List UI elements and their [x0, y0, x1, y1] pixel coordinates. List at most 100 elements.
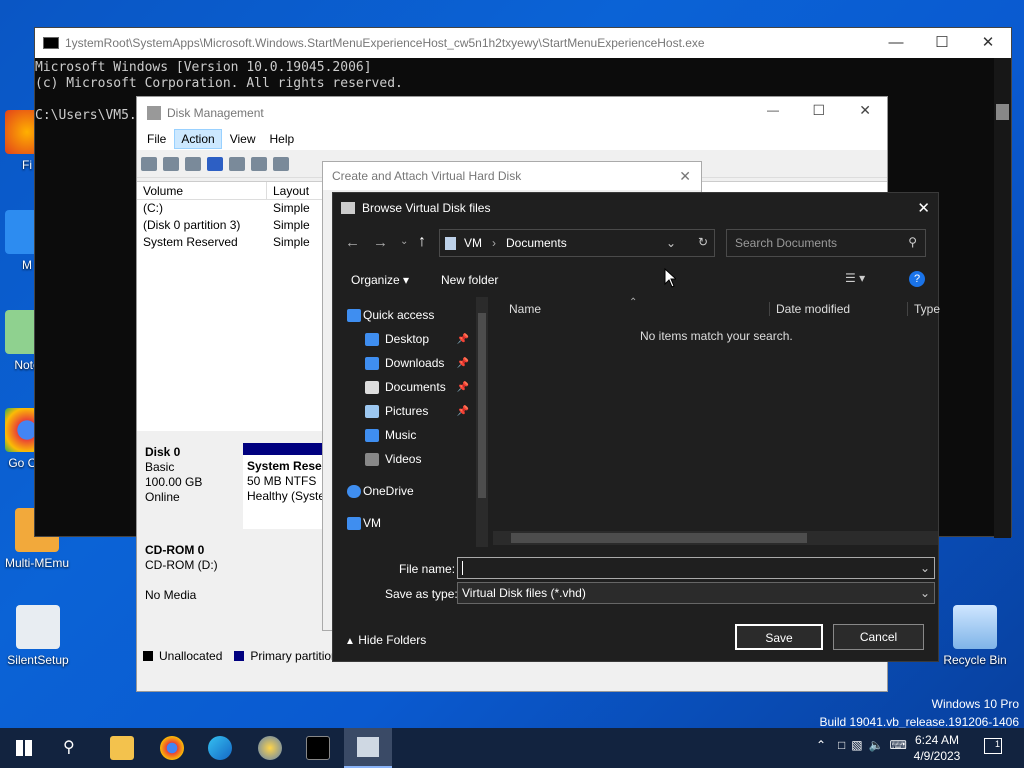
- organize-button[interactable]: Organize ▾: [351, 273, 409, 287]
- menu-file[interactable]: File: [141, 130, 172, 148]
- file-list-scrollbar[interactable]: [493, 531, 938, 545]
- properties-icon[interactable]: [185, 156, 201, 171]
- tray-icons[interactable]: □▧🔈⌨: [838, 738, 913, 752]
- close-button[interactable]: ✕: [679, 168, 691, 185]
- document-icon: [365, 380, 379, 394]
- nav-onedrive[interactable]: OneDrive: [333, 479, 489, 503]
- maximize-button[interactable]: ☐: [812, 102, 825, 119]
- file-list: Name ⌃ Date modified Type No items match…: [493, 297, 940, 547]
- menu-action[interactable]: Action: [174, 129, 222, 149]
- nav-videos[interactable]: Videos: [333, 447, 489, 471]
- close-button[interactable]: ✕: [917, 199, 930, 217]
- col-volume[interactable]: Volume: [137, 182, 267, 199]
- nav-music[interactable]: Music: [333, 423, 489, 447]
- desktop-icon-recycle-bin[interactable]: Recycle Bin: [940, 605, 1010, 667]
- scrollbar-thumb[interactable]: [996, 104, 1009, 120]
- recycle-bin-icon: [953, 605, 997, 649]
- partition-system-reserved[interactable]: System Reser 50 MB NTFS Healthy (Syste: [243, 443, 333, 529]
- save-as-type-label: Save as type:: [385, 587, 458, 601]
- new-folder-button[interactable]: New folder: [441, 273, 498, 287]
- address-dropdown-icon[interactable]: ⌄: [666, 236, 676, 250]
- active-task[interactable]: [344, 728, 392, 768]
- app-icon[interactable]: [258, 736, 282, 760]
- col-date-modified[interactable]: Date modified: [769, 302, 850, 316]
- col-layout[interactable]: Layout: [267, 182, 327, 199]
- hide-folders-button[interactable]: ▲ Hide Folders: [345, 633, 426, 647]
- close-button[interactable]: ✕: [859, 102, 871, 119]
- star-icon: [347, 308, 361, 322]
- windows-start-icon[interactable]: [16, 740, 32, 756]
- dm-titlebar[interactable]: Disk Management — ☐ ✕: [137, 97, 887, 128]
- disk0-label[interactable]: Disk 0 Basic 100.00 GB Online: [145, 445, 202, 505]
- browse-dialog[interactable]: Browse Virtual Disk files ✕ ← → ⌄ ↑ VM ›…: [332, 192, 940, 662]
- help-icon[interactable]: [207, 156, 223, 171]
- menu-help[interactable]: Help: [264, 130, 301, 148]
- col-type[interactable]: Type: [907, 302, 940, 316]
- address-bar[interactable]: VM › Documents ⌄ ↻: [439, 229, 715, 257]
- cdrom-label[interactable]: CD-ROM 0 CD-ROM (D:) No Media: [145, 543, 218, 603]
- save-button[interactable]: Save: [735, 624, 823, 650]
- tray-chevron-icon[interactable]: ⌃: [816, 738, 826, 752]
- chrome-icon[interactable]: [160, 736, 184, 760]
- view-icon[interactable]: [229, 156, 245, 171]
- minimize-button[interactable]: —: [767, 103, 779, 117]
- cmd-icon[interactable]: [306, 736, 330, 760]
- download-icon: [365, 356, 379, 370]
- save-as-type-select[interactable]: Virtual Disk files (*.vhd) ⌄: [457, 582, 935, 604]
- chevron-down-icon: ⌄: [919, 586, 930, 600]
- cmd-titlebar[interactable]: 1ystemRoot\SystemApps\Microsoft.Windows.…: [35, 28, 1011, 58]
- maximize-button[interactable]: ☐: [919, 28, 965, 58]
- create-vhd-titlebar[interactable]: Create and Attach Virtual Hard Disk ✕: [323, 162, 701, 190]
- nav-desktop[interactable]: Desktop 📌: [333, 327, 489, 351]
- desktop-icon-silentsetup[interactable]: SilentSetup: [3, 605, 73, 667]
- chevron-down-icon[interactable]: ⌄: [400, 236, 408, 247]
- menu-view[interactable]: View: [224, 130, 262, 148]
- notification-icon[interactable]: 1: [984, 738, 1002, 754]
- minimize-button[interactable]: —: [873, 28, 919, 58]
- windows-watermark: Windows 10 Pro Build 19041.vb_release.19…: [819, 697, 1020, 729]
- nav-downloads[interactable]: Downloads 📌: [333, 351, 489, 375]
- nav-pictures[interactable]: Pictures 📌: [333, 399, 489, 423]
- scrollbar-thumb[interactable]: [511, 533, 807, 543]
- chevron-down-icon[interactable]: ⌄: [920, 561, 930, 575]
- back-icon[interactable]: ←: [345, 234, 360, 251]
- close-button[interactable]: ✕: [965, 28, 1011, 58]
- file-name-input[interactable]: ⌄: [457, 557, 935, 579]
- browse-titlebar[interactable]: Browse Virtual Disk files ✕: [333, 193, 938, 223]
- disk-management-icon: [147, 105, 161, 120]
- scrollbar-thumb[interactable]: [478, 313, 486, 498]
- up-icon[interactable]: ↑: [418, 233, 426, 251]
- back-icon[interactable]: [141, 156, 157, 171]
- edge-icon[interactable]: [208, 736, 232, 760]
- clock[interactable]: 6:24 AM 4/9/2023: [908, 732, 966, 764]
- desktop-icon: [365, 332, 379, 346]
- nav-documents[interactable]: Documents 📌: [333, 375, 489, 399]
- empty-message: No items match your search.: [640, 329, 793, 343]
- primary-swatch: [234, 651, 245, 661]
- cmd-icon: [43, 37, 59, 49]
- view-options-icon[interactable]: ☰ ▾: [845, 271, 865, 285]
- connect-icon[interactable]: [251, 156, 267, 171]
- breadcrumb-vm[interactable]: VM: [464, 236, 482, 250]
- command-row: Organize ▾ New folder ☰ ▾ ?: [333, 267, 938, 293]
- disk-management-icon: [357, 737, 379, 757]
- sort-up-icon: ⌃: [629, 297, 638, 308]
- search-input[interactable]: Search Documents ⚲: [726, 229, 926, 257]
- refresh-icon[interactable]: ↻: [698, 235, 708, 249]
- file-explorer-icon[interactable]: [110, 736, 134, 760]
- cmd-scrollbar[interactable]: [994, 58, 1011, 538]
- navigation-row: ← → ⌄ ↑ VM › Documents ⌄ ↻ Search Docume…: [333, 229, 938, 259]
- disk-icon: [341, 202, 355, 214]
- nav-quick-access[interactable]: Quick access: [333, 303, 489, 327]
- search-icon[interactable]: ⚲: [63, 737, 75, 757]
- list-icon[interactable]: [273, 156, 289, 171]
- video-icon: [365, 452, 379, 466]
- forward-icon[interactable]: →: [373, 234, 388, 251]
- forward-icon[interactable]: [163, 156, 179, 171]
- breadcrumb-documents[interactable]: Documents: [506, 236, 567, 250]
- help-icon[interactable]: ?: [909, 271, 925, 287]
- cancel-button[interactable]: Cancel: [833, 624, 924, 650]
- col-name[interactable]: Name: [509, 302, 541, 316]
- nav-scrollbar[interactable]: [476, 297, 488, 547]
- nav-vm[interactable]: VM: [333, 511, 489, 535]
